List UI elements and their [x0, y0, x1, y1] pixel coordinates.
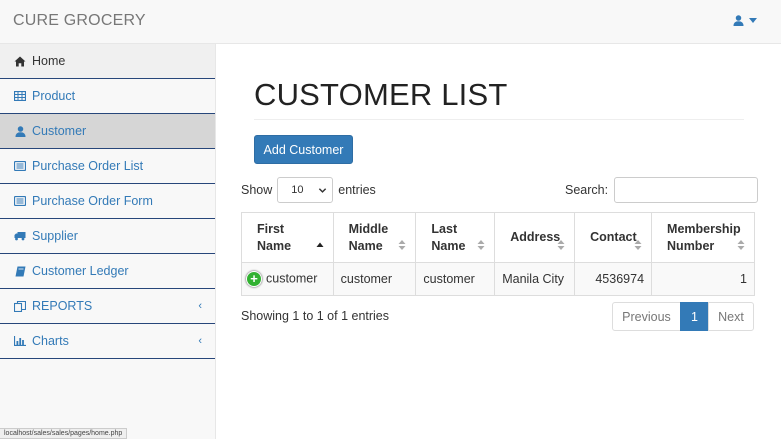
sidebar-item-label: Purchase Order List [32, 159, 144, 173]
sidebar-item-charts[interactable]: Charts ‹ [0, 324, 215, 359]
sidebar-item-label: Product [32, 89, 76, 103]
caret-down-icon [749, 18, 757, 23]
copy-icon [14, 300, 26, 312]
sort-both-icon [634, 240, 642, 250]
search-input[interactable] [614, 177, 759, 203]
sidebar-item-label: Home [32, 54, 66, 68]
title-divider [254, 119, 744, 120]
expand-row-icon[interactable]: + [246, 271, 262, 287]
column-header-last-name[interactable]: Last Name [415, 212, 496, 263]
next-page-button[interactable]: Next [708, 302, 754, 331]
sidebar-item-label: REPORTS [32, 299, 93, 313]
sidebar-item-label: Customer Ledger [32, 264, 129, 278]
column-header-address[interactable]: Address [494, 212, 576, 263]
sidebar-item-customer[interactable]: Customer [0, 114, 215, 149]
add-customer-button[interactable]: Add Customer [254, 135, 353, 164]
sort-both-icon [557, 240, 565, 250]
table-icon [14, 91, 26, 102]
entries-label: entries [338, 183, 376, 197]
entries-select[interactable]: 10 [277, 177, 334, 203]
show-label: Show [241, 183, 273, 197]
table-search-control: Search: [565, 177, 759, 203]
cell-last-name: customer [415, 262, 496, 296]
entries-length-control: Show 10 entries [241, 177, 376, 203]
sidebar-item-label: Supplier [32, 229, 78, 243]
cell-contact: 4536974 [574, 262, 653, 296]
sidebar-item-purchase-order-form[interactable]: Purchase Order Form [0, 184, 215, 219]
pagination: Previous 1 Next [612, 302, 754, 331]
column-header-first-name[interactable]: First Name [241, 212, 334, 263]
sort-both-icon [737, 240, 745, 250]
sidebar-item-supplier[interactable]: Supplier [0, 219, 215, 254]
cell-address: Manila City [494, 262, 576, 296]
chevron-down-icon [319, 188, 327, 193]
sidebar-item-home[interactable]: Home [0, 44, 215, 79]
user-icon [733, 15, 744, 26]
top-navbar: CURE GROCERY [0, 0, 781, 44]
column-header-middle-name[interactable]: Middle Name [332, 212, 417, 263]
sidebar-item-label: Charts [32, 334, 69, 348]
sort-ascending-icon [316, 242, 324, 247]
book-icon [14, 266, 26, 277]
sidebar-item-label: Purchase Order Form [32, 194, 153, 208]
cell-first-name: + customer [241, 262, 334, 296]
table-row[interactable]: + customer customer customer Manila City … [241, 262, 755, 296]
page-1-button[interactable]: 1 [680, 302, 709, 331]
table-info: Showing 1 to 1 of 1 entries [241, 309, 390, 323]
bar-chart-icon [14, 336, 26, 347]
entries-select-value: 10 [291, 184, 304, 196]
sidebar-item-purchase-order-list[interactable]: Purchase Order List [0, 149, 215, 184]
search-label: Search: [565, 183, 609, 197]
chevron-left-icon: ‹ [198, 300, 202, 312]
sidebar-item-customer-ledger[interactable]: Customer Ledger [0, 254, 215, 289]
sidebar: Home Product Customer Purchase Order Lis… [0, 44, 216, 439]
sort-both-icon [398, 240, 406, 250]
sidebar-item-label: Customer [32, 124, 87, 138]
home-icon [14, 56, 26, 67]
column-header-contact[interactable]: Contact [574, 212, 653, 263]
cell-middle-name: customer [332, 262, 417, 296]
sidebar-item-reports[interactable]: REPORTS ‹ [0, 289, 215, 324]
user-menu-toggle[interactable] [733, 15, 757, 26]
list-alt-icon [14, 196, 26, 207]
chevron-left-icon: ‹ [198, 335, 202, 347]
truck-icon [14, 231, 26, 242]
customer-table: First Name Middle Name Last Name Address… [241, 212, 755, 296]
brand-title[interactable]: CURE GROCERY [13, 12, 146, 30]
list-alt-icon [14, 161, 26, 172]
page-title: CUSTOMER LIST [254, 77, 508, 112]
sort-both-icon [477, 240, 485, 250]
cell-membership-number: 1 [651, 262, 755, 296]
table-header-row: First Name Middle Name Last Name Address… [241, 212, 755, 263]
sidebar-item-product[interactable]: Product [0, 79, 215, 114]
column-header-membership-number[interactable]: Membership Number [651, 212, 755, 263]
previous-page-button[interactable]: Previous [612, 302, 681, 331]
status-bar-url: localhost/sales/sales/pages/home.php [0, 428, 128, 439]
user-icon [14, 125, 26, 137]
